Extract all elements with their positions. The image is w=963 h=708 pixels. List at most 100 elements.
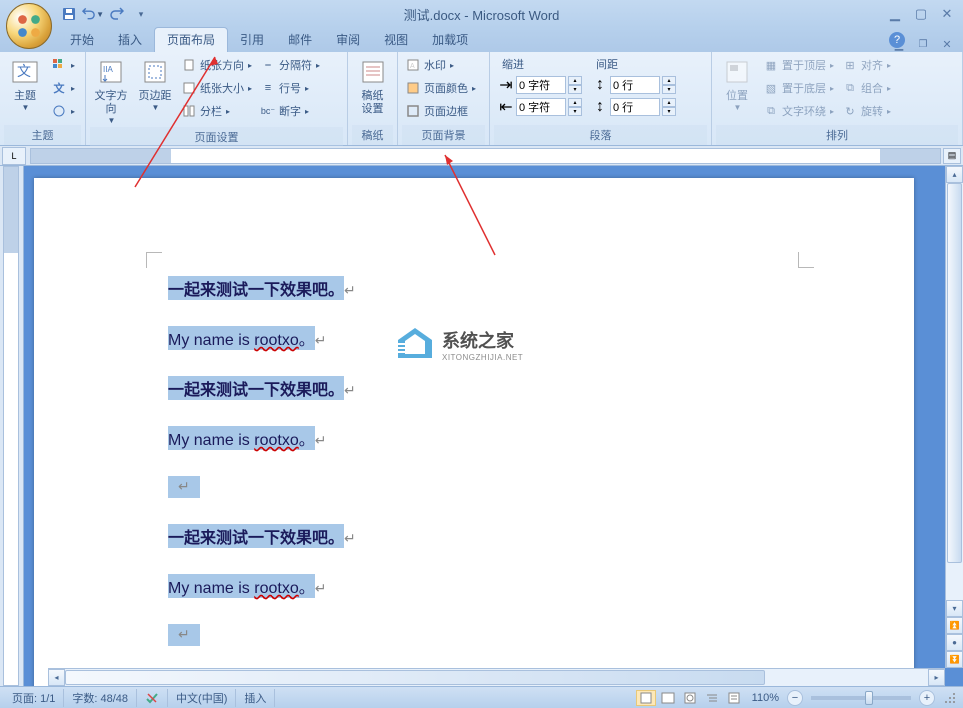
text-line[interactable]: 一起来测试一下效果吧。 bbox=[168, 524, 344, 548]
resize-grip[interactable] bbox=[941, 690, 959, 706]
draft-view[interactable] bbox=[724, 690, 744, 706]
breaks-icon: ⎯ bbox=[260, 57, 276, 73]
proofing-status[interactable] bbox=[137, 689, 168, 707]
title-bar: ▼ ▾ 测试.docx - Microsoft Word ▁ ▢ ✕ bbox=[0, 0, 963, 28]
breaks-button[interactable]: ⎯分隔符▸ bbox=[257, 54, 323, 76]
text-line[interactable]: 一起来测试一下效果吧。 bbox=[168, 276, 344, 300]
page-color-button[interactable]: 页面颜色▸ bbox=[402, 77, 479, 99]
line-numbers-button[interactable]: ≡行号▸ bbox=[257, 77, 323, 99]
spacing-after-input[interactable] bbox=[610, 98, 660, 116]
ruler-toggle[interactable]: ▤ bbox=[943, 148, 961, 164]
watermark-icon: A bbox=[405, 57, 421, 73]
maximize-button[interactable]: ▢ bbox=[911, 6, 931, 22]
next-page-button[interactable]: ⏬ bbox=[946, 651, 963, 668]
spinner-down[interactable]: ▾ bbox=[662, 107, 676, 116]
ribbon-minimize-button[interactable]: ▁ bbox=[889, 36, 909, 52]
zoom-in-button[interactable]: + bbox=[919, 690, 935, 706]
text-direction-button[interactable]: IIA 文字方向▼ bbox=[90, 54, 132, 127]
web-layout-view[interactable] bbox=[680, 690, 700, 706]
zoom-out-button[interactable]: − bbox=[787, 690, 803, 706]
horizontal-ruler[interactable]: L ▤ bbox=[0, 146, 963, 166]
document-viewport[interactable]: 一起来测试一下效果吧。↵ My name is rootxo。↵ 一起来测试一下… bbox=[24, 166, 963, 686]
scroll-thumb-v[interactable] bbox=[947, 183, 962, 563]
tab-review[interactable]: 审阅 bbox=[324, 28, 372, 52]
scroll-up-button[interactable]: ▴ bbox=[946, 166, 963, 183]
vertical-ruler[interactable] bbox=[0, 166, 24, 686]
spinner-up[interactable]: ▴ bbox=[568, 98, 582, 107]
watermark-logo: 系统之家 XITONGZHIJIA.NET bbox=[394, 326, 523, 362]
indent-right-icon: ⇤ bbox=[498, 99, 514, 115]
group-button[interactable]: ⧉组合▸ bbox=[839, 77, 894, 99]
hyphenation-button[interactable]: bc⁻断字▸ bbox=[257, 100, 323, 122]
fullscreen-view[interactable] bbox=[658, 690, 678, 706]
scroll-thumb-h[interactable] bbox=[65, 670, 765, 685]
align-button[interactable]: ⊞对齐▸ bbox=[839, 54, 894, 76]
text-line[interactable]: 一起来测试一下效果吧。 bbox=[168, 376, 344, 400]
theme-fonts[interactable]: 文▸ bbox=[48, 77, 78, 99]
spinner-up[interactable]: ▴ bbox=[568, 76, 582, 85]
zoom-slider-thumb[interactable] bbox=[865, 691, 873, 705]
margin-corner-tl bbox=[146, 252, 162, 268]
columns-icon bbox=[181, 103, 197, 119]
word-count[interactable]: 字数: 48/48 bbox=[64, 689, 137, 707]
group-manuscript-label: 稿纸 bbox=[352, 125, 393, 145]
doc-close-button[interactable]: ✕ bbox=[937, 36, 957, 52]
spinner-down[interactable]: ▾ bbox=[662, 85, 676, 94]
scroll-right-button[interactable]: ▸ bbox=[928, 669, 945, 686]
svg-text:IIA: IIA bbox=[103, 65, 113, 74]
insert-mode[interactable]: 插入 bbox=[236, 689, 275, 707]
tab-references[interactable]: 引用 bbox=[228, 28, 276, 52]
prev-page-button[interactable]: ⏫ bbox=[946, 617, 963, 634]
size-button[interactable]: 纸张大小▸ bbox=[178, 77, 255, 99]
browse-object-button[interactable]: ● bbox=[946, 634, 963, 651]
indent-left-input[interactable] bbox=[516, 76, 566, 94]
watermark-button[interactable]: A水印▸ bbox=[402, 54, 479, 76]
minimize-button[interactable]: ▁ bbox=[885, 6, 905, 22]
tab-selector[interactable]: L bbox=[2, 147, 26, 165]
spinner-down[interactable]: ▾ bbox=[568, 85, 582, 94]
page-status[interactable]: 页面: 1/1 bbox=[4, 689, 64, 707]
undo-button[interactable]: ▼ bbox=[82, 3, 104, 25]
tab-addins[interactable]: 加载项 bbox=[420, 28, 480, 52]
theme-colors[interactable]: ▸ bbox=[48, 54, 78, 76]
zoom-level[interactable]: 110% bbox=[752, 692, 779, 704]
rotate-button[interactable]: ↻旋转▸ bbox=[839, 100, 894, 122]
tab-home[interactable]: 开始 bbox=[58, 28, 106, 52]
document-content[interactable]: 一起来测试一下效果吧。↵ My name is rootxo。↵ 一起来测试一下… bbox=[164, 274, 360, 686]
theme-effects[interactable]: ▸ bbox=[48, 100, 78, 122]
print-layout-view[interactable] bbox=[636, 690, 656, 706]
spinner-up[interactable]: ▴ bbox=[662, 76, 676, 85]
redo-button[interactable] bbox=[106, 3, 128, 25]
doc-restore-button[interactable]: ❐ bbox=[913, 36, 933, 52]
send-back-button[interactable]: ▧置于底层▸ bbox=[760, 77, 837, 99]
spacing-before-input[interactable] bbox=[610, 76, 660, 94]
orientation-button[interactable]: 纸张方向▸ bbox=[178, 54, 255, 76]
manuscript-button[interactable]: 稿纸 设置 bbox=[352, 54, 393, 118]
wrap-button[interactable]: ⧉文字环绕▸ bbox=[760, 100, 837, 122]
outline-view[interactable] bbox=[702, 690, 722, 706]
page-borders-button[interactable]: 页面边框 bbox=[402, 100, 479, 122]
tab-view[interactable]: 视图 bbox=[372, 28, 420, 52]
scroll-down-button[interactable]: ▾ bbox=[946, 600, 963, 617]
tab-insert[interactable]: 插入 bbox=[106, 28, 154, 52]
language-status[interactable]: 中文(中国) bbox=[168, 689, 236, 707]
vertical-scrollbar[interactable]: ▴ ▾ ⏫ ● ⏬ bbox=[945, 166, 963, 668]
office-button[interactable] bbox=[6, 3, 52, 49]
tab-mailings[interactable]: 邮件 bbox=[276, 28, 324, 52]
position-button[interactable]: 位置▼ bbox=[716, 54, 758, 114]
page[interactable]: 一起来测试一下效果吧。↵ My name is rootxo。↵ 一起来测试一下… bbox=[34, 178, 914, 686]
horizontal-scrollbar[interactable]: ◂ ▸ bbox=[48, 668, 945, 686]
spinner-up[interactable]: ▴ bbox=[662, 98, 676, 107]
qat-customize[interactable]: ▾ bbox=[130, 3, 152, 25]
margins-button[interactable]: 页边距▼ bbox=[134, 54, 176, 114]
themes-button[interactable]: 文 主题 ▼ bbox=[4, 54, 46, 114]
close-button[interactable]: ✕ bbox=[937, 6, 957, 22]
scroll-left-button[interactable]: ◂ bbox=[48, 669, 65, 686]
zoom-slider[interactable] bbox=[811, 696, 911, 700]
spinner-down[interactable]: ▾ bbox=[568, 107, 582, 116]
indent-right-input[interactable] bbox=[516, 98, 566, 116]
columns-button[interactable]: 分栏▸ bbox=[178, 100, 255, 122]
tab-page-layout[interactable]: 页面布局 bbox=[154, 27, 228, 52]
save-button[interactable] bbox=[58, 3, 80, 25]
bring-front-button[interactable]: ▦置于顶层▸ bbox=[760, 54, 837, 76]
